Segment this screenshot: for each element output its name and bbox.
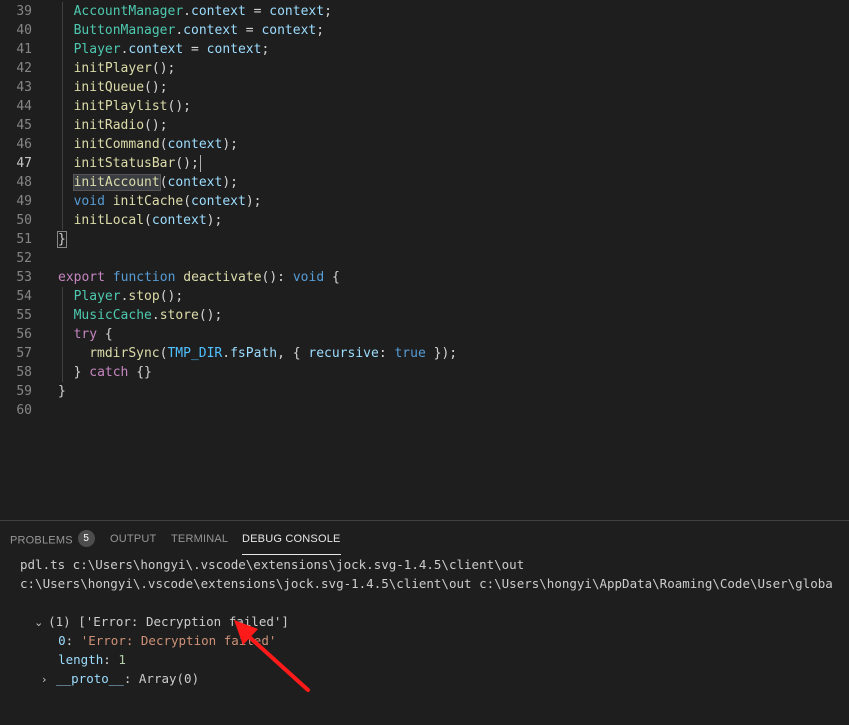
line-number: 59 xyxy=(16,384,32,399)
code-line[interactable]: 53 export function deactivate(): void { xyxy=(0,268,849,287)
bottom-panel: PROBLEMS 5 OUTPUT TERMINAL DEBUG CONSOLE … xyxy=(0,520,849,725)
panel-tabs: PROBLEMS 5 OUTPUT TERMINAL DEBUG CONSOLE xyxy=(0,521,849,557)
code-text: } catch {} xyxy=(73,365,152,380)
code-text: initRadio(); xyxy=(73,118,168,133)
line-number: 60 xyxy=(16,403,32,418)
code-text: Player.stop(); xyxy=(73,289,184,304)
code-line[interactable]: 46 initCommand(context); xyxy=(0,135,849,154)
code-editor[interactable]: 39 AccountManager.context = context; 40 But… xyxy=(0,0,849,520)
line-number: 51 xyxy=(16,232,32,247)
console-array-entry[interactable]: ⌄ (1) ['Error: Decryption failed'] xyxy=(4,593,289,629)
code-line[interactable]: 58 } catch {} xyxy=(0,363,849,382)
code-line[interactable]: 49 void initCache(context); xyxy=(0,192,849,211)
line-number: 53 xyxy=(16,270,32,285)
array-item-row: 0: 'Error: Decryption failed' xyxy=(58,633,277,648)
line-number: 52 xyxy=(16,251,32,266)
line-number: 58 xyxy=(16,365,32,380)
line-number: 39 xyxy=(16,4,32,19)
line-number: 40 xyxy=(16,23,32,38)
code-text: initLocal(context); xyxy=(73,213,223,228)
code-text: initQueue(); xyxy=(73,80,168,95)
code-line[interactable]: 50 initLocal(context); xyxy=(0,211,849,230)
code-text: } xyxy=(57,231,67,248)
console-output-line: c:\Users\hongyi\.vscode\extensions\jock.… xyxy=(20,576,833,591)
length-row: length: 1 xyxy=(58,652,126,667)
code-line[interactable]: 45 initRadio(); xyxy=(0,116,849,135)
code-text: MusicCache.store(); xyxy=(73,308,223,323)
line-number: 45 xyxy=(16,118,32,133)
code-line[interactable]: 52 xyxy=(0,249,849,268)
line-number: 50 xyxy=(16,213,32,228)
code-line[interactable]: 54 Player.stop(); xyxy=(0,287,849,306)
line-number: 47 xyxy=(16,156,32,171)
code-line[interactable]: 41 Player.context = context; xyxy=(0,40,849,59)
proto-key: __proto__ xyxy=(56,671,124,686)
code-text: rmdirSync(TMP_DIR.fsPath, { recursive: t… xyxy=(89,346,458,361)
problems-count-badge: 5 xyxy=(77,530,95,547)
tab-problems[interactable]: PROBLEMS 5 xyxy=(10,530,95,554)
code-line[interactable]: 60 xyxy=(0,401,849,420)
code-line[interactable]: 42 initPlayer(); xyxy=(0,59,849,78)
line-number: 54 xyxy=(16,289,32,304)
tab-debug-console[interactable]: DEBUG CONSOLE xyxy=(242,532,341,555)
tab-debug-console-label: DEBUG CONSOLE xyxy=(242,533,341,545)
code-text: export function deactivate(): void { xyxy=(58,270,340,285)
code-line[interactable]: 44 initPlaylist(); xyxy=(0,97,849,116)
console-output-line: pdl.ts c:\Users\hongyi\.vscode\extension… xyxy=(20,557,525,572)
line-number: 56 xyxy=(16,327,32,342)
code-line[interactable]: 56 try { xyxy=(0,325,849,344)
code-line[interactable]: 59} xyxy=(0,382,849,401)
code-line[interactable]: 40 ButtonManager.context = context; xyxy=(0,21,849,40)
code-text: initStatusBar(); xyxy=(73,155,201,172)
code-line[interactable]: 55 MusicCache.store(); xyxy=(0,306,849,325)
code-text: initCommand(context); xyxy=(73,137,238,152)
code-line[interactable]: 57 rmdirSync(TMP_DIR.fsPath, { recursive:… xyxy=(0,344,849,363)
code-text: try { xyxy=(73,327,113,342)
text-cursor xyxy=(199,155,201,172)
code-text: initPlaylist(); xyxy=(73,99,191,114)
code-line[interactable]: 48 initAccount(context); xyxy=(0,173,849,192)
tab-terminal-label: TERMINAL xyxy=(171,533,229,545)
tab-output-label: OUTPUT xyxy=(110,533,157,545)
tab-problems-label: PROBLEMS xyxy=(10,534,73,547)
line-number: 55 xyxy=(16,308,32,323)
tab-output[interactable]: OUTPUT xyxy=(110,532,156,554)
code-text: initAccount(context); xyxy=(72,174,238,191)
chevron-right-icon[interactable]: › xyxy=(42,670,56,689)
tab-terminal[interactable]: TERMINAL xyxy=(171,532,228,554)
proto-value: Array(0) xyxy=(138,671,200,686)
line-number: 48 xyxy=(16,175,32,190)
line-number: 46 xyxy=(16,137,32,152)
line-number: 49 xyxy=(16,194,32,209)
proto-row[interactable]: › __proto__: Array(0) xyxy=(12,650,199,686)
code-text: void initCache(context); xyxy=(73,194,262,209)
code-text: initPlayer(); xyxy=(73,61,176,76)
code-text: Player.context = context; xyxy=(73,42,270,57)
line-number: 42 xyxy=(16,61,32,76)
line-number: 43 xyxy=(16,80,32,95)
code-text: ButtonManager.context = context; xyxy=(73,23,325,38)
code-line[interactable]: 47 initStatusBar(); xyxy=(0,154,849,173)
line-number: 57 xyxy=(16,346,32,361)
code-line[interactable]: 51} xyxy=(0,230,849,249)
code-line[interactable]: 43 initQueue(); xyxy=(0,78,849,97)
code-text: AccountManager.context = context; xyxy=(73,4,332,19)
line-number: 41 xyxy=(16,42,32,57)
line-number: 44 xyxy=(16,99,32,114)
code-text: } xyxy=(58,384,66,399)
code-line[interactable]: 39 AccountManager.context = context; xyxy=(0,2,849,21)
